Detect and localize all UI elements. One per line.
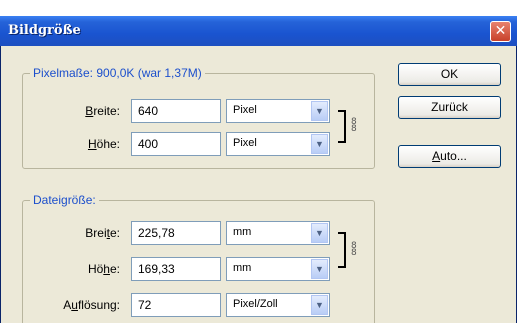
pixel-width-label: Breite: [85,104,120,118]
chevron-down-icon[interactable]: ▼ [311,295,328,315]
chevron-down-icon[interactable]: ▼ [311,101,328,121]
pixel-height-input[interactable]: 400 [131,132,221,156]
ok-button[interactable]: OK [398,63,501,86]
constrain-bracket [338,232,346,268]
resolution-input[interactable]: 72 [131,293,221,317]
document-size-legend: Dateigröße: [30,193,99,207]
doc-width-input[interactable]: 225,78 [131,221,221,245]
reset-button[interactable]: Zurück [398,96,501,119]
resolution-unit-select[interactable]: Pixel/Zoll ▼ [226,293,330,317]
chain-link-icon: 88 [351,241,357,258]
title-bar: Bildgröße [0,16,517,46]
doc-height-label: Höhe: [87,262,120,276]
pixel-width-unit-value: Pixel [233,104,257,116]
pixel-width-input[interactable]: 640 [131,99,221,123]
pixel-height-label: Höhe: [87,137,120,151]
doc-width-unit-select[interactable]: mm ▼ [226,221,330,245]
doc-width-unit-value: mm [233,226,252,238]
chain-link-icon: 88 [351,117,357,134]
constrain-bracket [338,110,346,143]
pixel-height-unit-value: Pixel [233,137,257,149]
doc-height-input[interactable]: 169,33 [131,257,221,281]
dialog-title: Bildgröße [8,23,81,38]
resolution-label: Auflösung: [63,298,120,312]
pixel-width-unit-select[interactable]: Pixel ▼ [226,99,330,123]
doc-height-unit-value: mm [233,262,252,274]
chevron-down-icon[interactable]: ▼ [311,223,328,243]
doc-height-unit-select[interactable]: mm ▼ [226,257,330,281]
doc-width-label: Breite: [85,226,120,240]
pixel-height-unit-select[interactable]: Pixel ▼ [226,132,330,156]
pixel-dimensions-legend: Pixelmaße: 900,0K (war 1,37M) [30,66,205,80]
resolution-unit-value: Pixel/Zoll [233,298,278,310]
chevron-down-icon[interactable]: ▼ [311,259,328,279]
auto-button[interactable]: Auto... [398,145,501,168]
close-icon[interactable]: ✕ [490,21,511,42]
chevron-down-icon[interactable]: ▼ [311,134,328,154]
